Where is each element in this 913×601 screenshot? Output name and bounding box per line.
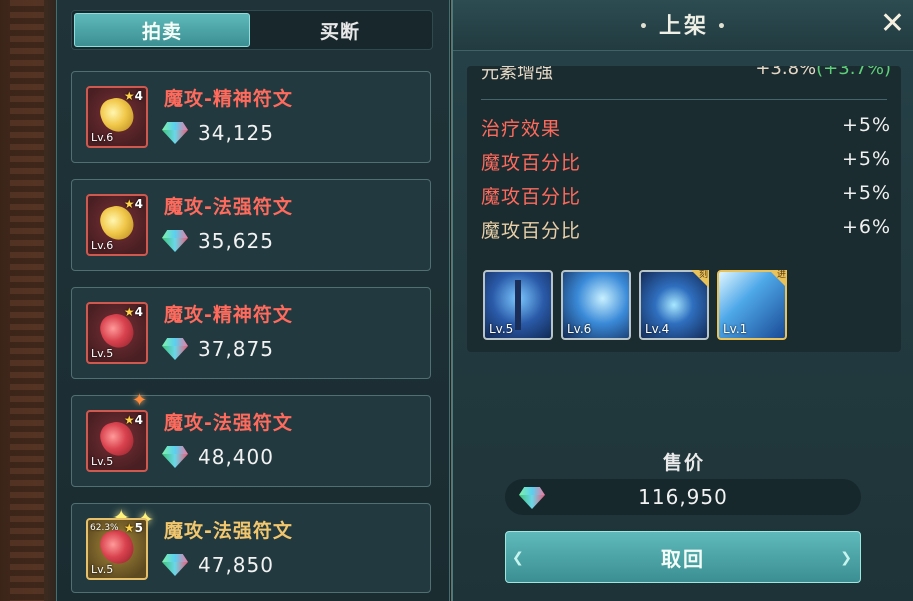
close-icon[interactable]: ✕ [880,6,905,41]
skill-level: Lv.6 [567,322,592,336]
rune-icon: ★4 Lv.6 [86,86,148,148]
retrieve-button-label: 取回 [661,546,705,571]
stat-value: +5% [841,148,891,170]
chevron-left-icon: ❮ [512,550,526,566]
rune-icon: ★4 Lv.6 [86,194,148,256]
item-name: 魔攻-法强符文 [164,196,293,218]
price-row: 47,850 [162,552,274,578]
item-level: Lv.6 [91,131,114,144]
item-price: 48,400 [198,445,274,469]
stat-value: +6% [841,216,891,238]
stat-value: +5% [841,182,891,204]
price-row: 35,625 [162,228,274,254]
sword-skill-icon[interactable]: Lv.5 [483,270,553,340]
stat-label: 魔攻百分比 [481,220,582,242]
diamond-currency-icon [162,122,188,144]
stat-row: 魔攻百分比 +5% [481,182,891,209]
tab-auction[interactable]: 拍卖 [74,13,250,47]
star-icon: ★ [123,197,135,211]
item-name: 魔攻-法强符文 [164,520,293,542]
sale-price-field: 116,950 [505,479,861,515]
detail-header: • 上架 • ✕ [453,0,913,51]
progress-percent: 62.3% [90,523,119,533]
sale-price-label: 售价 [662,452,705,474]
stat-label: 治疗效果 [481,118,562,140]
star-icon: ★ [123,521,135,535]
item-price: 34,125 [198,121,274,145]
item-price: 47,850 [198,553,274,577]
rune-icon: 62.3% ★5 Lv.5 [86,518,148,580]
price-row: 48,400 [162,444,274,470]
item-level: Lv.6 [91,239,114,252]
star-icon: ★ [123,305,135,319]
stat-label: 魔攻百分比 [481,186,582,208]
star-count: 4 [134,413,143,427]
rune-icon: ★4 Lv.5 [86,302,148,364]
listing-panel: 拍卖 买断 ★4 Lv.6 魔攻-精神符文 34,125 ★4 Lv.6 魔攻-… [56,0,450,601]
star-icon: ★ [123,413,135,427]
skill-level: Lv.5 [489,322,514,336]
tab-bar: 拍卖 买断 [71,10,433,50]
star-count: 4 [134,197,143,211]
price-row: 37,875 [162,336,274,362]
list-item[interactable]: ★4 Lv.6 魔攻-法强符文 35,625 [71,179,431,271]
stat-row: 魔攻百分比 +5% [481,148,891,175]
item-level: Lv.5 [91,563,114,576]
crystal-skill-icon[interactable]: 刻 Lv.4 [639,270,709,340]
list-item[interactable]: ✦ ✦ 62.3% ★5 Lv.5 魔攻-法强符文 47,850 [71,503,431,593]
star-count: 4 [134,89,143,103]
item-name: 魔攻-法强符文 [164,412,293,434]
rune-icon: ★4 Lv.5 [86,410,148,472]
sparkle-icon: ✦ [132,390,148,411]
item-level: Lv.5 [91,455,114,468]
wave-skill-icon[interactable]: 进 Lv.1 [717,270,787,340]
stat-row: 治疗效果 +5% [481,114,891,141]
item-level: Lv.5 [91,347,114,360]
stat-label: 元素增强 [481,66,553,83]
star-count: 4 [134,305,143,319]
stat-label: 魔攻百分比 [481,152,582,174]
diamond-currency-icon [162,446,188,468]
item-price: 35,625 [198,229,274,253]
stat-row-partial: 元素增强 +3.8%(+3.7%) [481,66,891,84]
detail-title: • 上架 • [639,14,729,39]
skill-badge: 刻 [691,270,709,288]
skill-badge: 进 [769,270,787,288]
divider [481,99,887,100]
stat-bonus: (+3.7%) [816,66,891,79]
diamond-currency-icon [162,338,188,360]
stat-value: +3.8% [755,66,817,79]
detail-panel: • 上架 • ✕ 元素增强 +3.8%(+3.7%) 治疗效果 +5% 魔攻百分比 … [451,0,913,601]
lightning-skill-icon[interactable]: Lv.6 [561,270,631,340]
background-scenery [0,0,58,601]
item-name: 魔攻-精神符文 [164,304,293,326]
skill-level: Lv.4 [645,322,670,336]
star-icon: ★ [123,89,135,103]
price-row: 34,125 [162,120,274,146]
stat-value: +5% [841,114,891,136]
diamond-currency-icon [162,230,188,252]
skill-list: Lv.5 Lv.6 刻 Lv.4 进 Lv.1 [483,270,787,344]
retrieve-button[interactable]: ❮ 取回 ❯ [505,531,861,583]
item-name: 魔攻-精神符文 [164,88,293,110]
list-item[interactable]: ✦ ★4 Lv.5 魔攻-法强符文 48,400 [71,390,431,487]
chevron-right-icon: ❯ [840,550,854,566]
list-item[interactable]: ★4 Lv.5 魔攻-精神符文 37,875 [71,287,431,379]
skill-level: Lv.1 [723,322,748,336]
sale-price-value: 116,950 [638,485,728,509]
item-price: 37,875 [198,337,274,361]
list-item[interactable]: ★4 Lv.6 魔攻-精神符文 34,125 [71,71,431,163]
star-count: 5 [134,521,143,535]
background-railing [10,0,44,601]
tab-buyout[interactable]: 买断 [252,13,428,47]
stat-row: 魔攻百分比 +6% [481,216,891,243]
diamond-currency-icon [162,554,188,576]
stats-box: 元素增强 +3.8%(+3.7%) 治疗效果 +5% 魔攻百分比 +5% 魔攻百… [467,66,901,352]
